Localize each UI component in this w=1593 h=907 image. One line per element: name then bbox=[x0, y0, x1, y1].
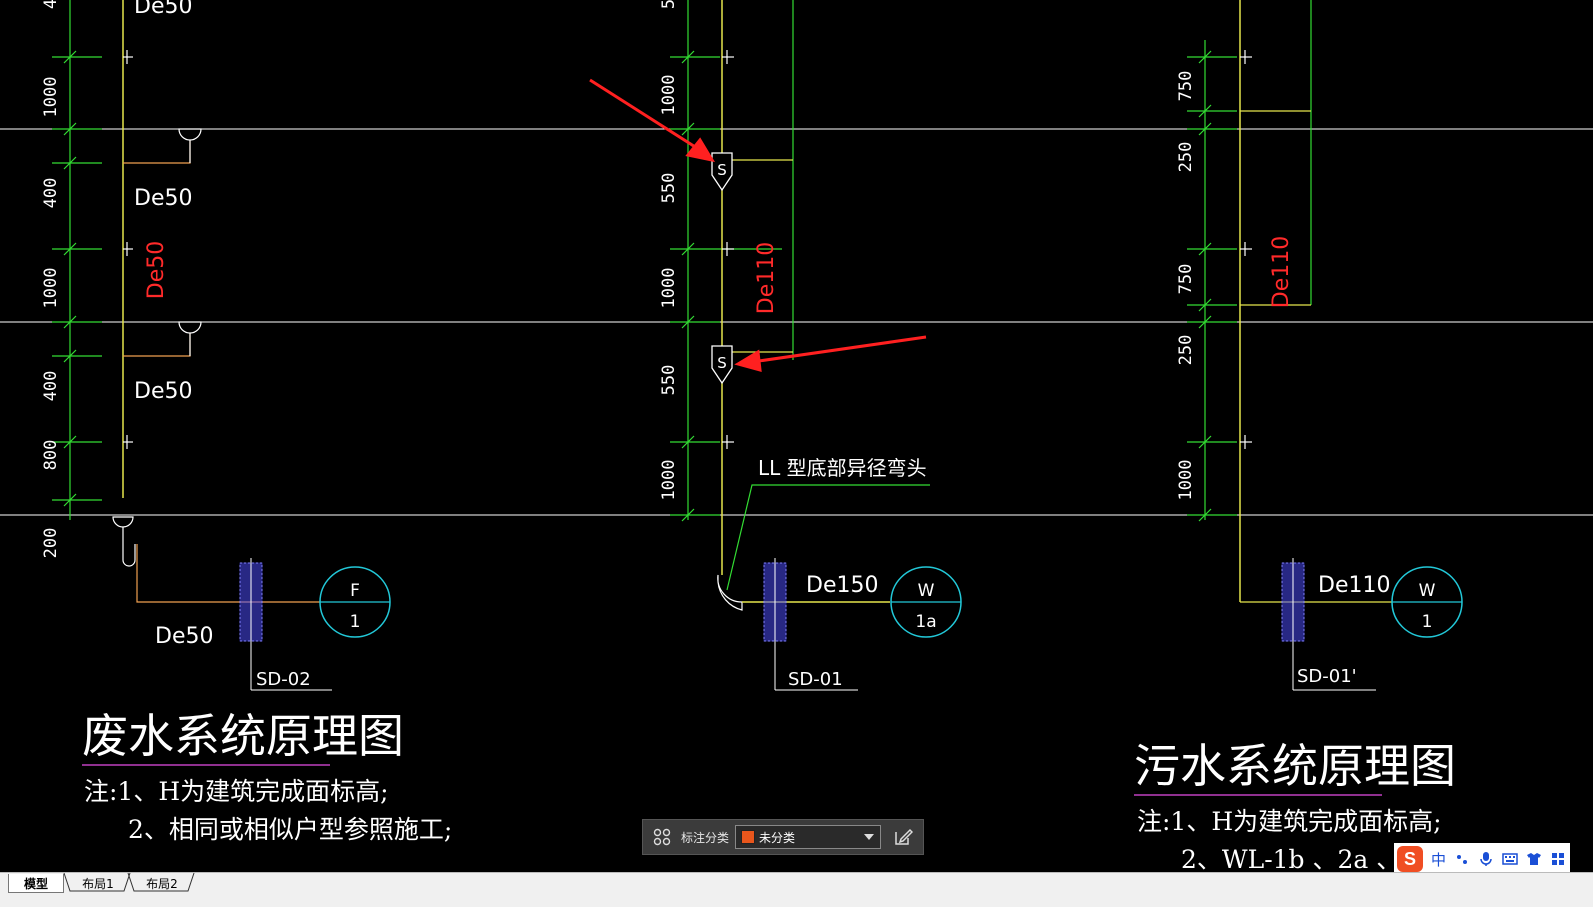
left-dim-text: 200 bbox=[41, 528, 61, 559]
pipe-label: De50 bbox=[134, 186, 192, 211]
right-title: 污水系统原理图 bbox=[1134, 739, 1456, 793]
circle-bottom-text: 1 bbox=[1422, 612, 1433, 632]
trap-symbol: S bbox=[717, 161, 727, 179]
mid-dim-text: 1000 bbox=[659, 75, 679, 116]
right-dim-text: 250 bbox=[1176, 335, 1196, 366]
chevron-down-icon[interactable] bbox=[864, 834, 875, 840]
annotation-toolbar: 标注分类 未分类 bbox=[642, 819, 924, 855]
middle-system: 1000 550 1000 550 1000 5 S S De110 LL 型底… bbox=[589, 0, 962, 691]
left-note-1: 注:1、H为建筑完成面标高; bbox=[84, 777, 389, 806]
grid-icon[interactable] bbox=[649, 824, 675, 850]
section-tag: SD-01' bbox=[1297, 666, 1357, 687]
right-dim-text: 250 bbox=[1176, 142, 1196, 173]
ime-toolbar: S 中 bbox=[1394, 843, 1570, 875]
edit-icon[interactable] bbox=[891, 825, 915, 849]
mid-dim-text: 5 bbox=[659, 0, 679, 9]
keyboard-icon[interactable] bbox=[1502, 851, 1518, 867]
left-dim-text: 800 bbox=[41, 440, 61, 471]
red-pipe-label: De110 bbox=[754, 242, 779, 314]
left-dim-text: 4 bbox=[41, 0, 61, 9]
circle-top-text: F bbox=[350, 581, 360, 601]
left-system: 1000 400 1000 400 800 200 4 De50 De50 De… bbox=[41, 0, 452, 844]
left-dim-text: 1000 bbox=[41, 77, 61, 118]
mid-dim-text: 1000 bbox=[659, 460, 679, 501]
left-dim-text: 1000 bbox=[41, 268, 61, 309]
section-tag: SD-01 bbox=[788, 669, 843, 690]
pipe-label: De50 bbox=[134, 379, 192, 404]
right-dim-text: 750 bbox=[1176, 71, 1196, 102]
layout-tab-bar: 模型 布局1 布局2 bbox=[0, 872, 1593, 907]
apps-grid-icon[interactable] bbox=[1550, 851, 1566, 867]
skin-shirt-icon[interactable] bbox=[1526, 851, 1542, 867]
right-dim-text: 750 bbox=[1176, 264, 1196, 295]
annotation-category-label: 标注分类 bbox=[681, 830, 730, 845]
trap-symbol: S bbox=[717, 354, 727, 372]
right-system: 750 250 750 250 1000 De110 De110 SD-01' … bbox=[1134, 0, 1463, 872]
color-swatch bbox=[741, 830, 756, 844]
tab-model[interactable]: 模型 bbox=[8, 874, 64, 893]
mid-dim-text: 1000 bbox=[659, 268, 679, 309]
ime-mode-toggle[interactable]: 中 bbox=[1431, 849, 1446, 870]
microphone-icon[interactable] bbox=[1478, 851, 1494, 867]
mid-dim-text: 550 bbox=[659, 365, 679, 396]
red-pipe-label: De110 bbox=[1269, 236, 1294, 308]
red-pipe-label: De50 bbox=[144, 241, 169, 299]
left-title: 废水系统原理图 bbox=[82, 709, 404, 763]
circle-bottom-text: 1a bbox=[915, 612, 936, 632]
cad-drawing[interactable]: 1000 400 1000 400 800 200 4 De50 De50 De… bbox=[0, 0, 1593, 872]
circle-top-text: W bbox=[1419, 581, 1436, 601]
pipe-label: De50 bbox=[134, 0, 192, 19]
tab-layout-1[interactable]: 布局1 bbox=[70, 874, 126, 892]
mid-dim-text: 550 bbox=[659, 173, 679, 204]
outlet-pipe-label: De150 bbox=[806, 573, 878, 598]
circle-top-text: W bbox=[918, 581, 935, 601]
left-dim-text: 400 bbox=[41, 371, 61, 402]
cad-canvas-area[interactable]: 1000 400 1000 400 800 200 4 De50 De50 De… bbox=[0, 0, 1593, 907]
outlet-pipe-label: De110 bbox=[1318, 573, 1390, 598]
elbow-note: LL 型底部异径弯头 bbox=[758, 456, 927, 480]
annotation-category-select[interactable]: 未分类 bbox=[735, 825, 882, 849]
outlet-pipe-label: De50 bbox=[155, 624, 213, 649]
circle-bottom-text: 1 bbox=[350, 612, 361, 632]
tab-layout-2[interactable]: 布局2 bbox=[134, 874, 190, 892]
right-note-1: 注:1、H为建筑完成面标高; bbox=[1137, 807, 1442, 836]
left-note-2: 2、相同或相似户型参照施工; bbox=[128, 815, 452, 844]
section-tag: SD-02 bbox=[256, 669, 311, 690]
punctuation-icon[interactable] bbox=[1454, 851, 1470, 867]
sogou-logo-icon[interactable]: S bbox=[1397, 846, 1423, 872]
right-dim-text: 1000 bbox=[1176, 460, 1196, 501]
left-dim-text: 400 bbox=[41, 178, 61, 209]
selected-category: 未分类 bbox=[759, 830, 796, 845]
